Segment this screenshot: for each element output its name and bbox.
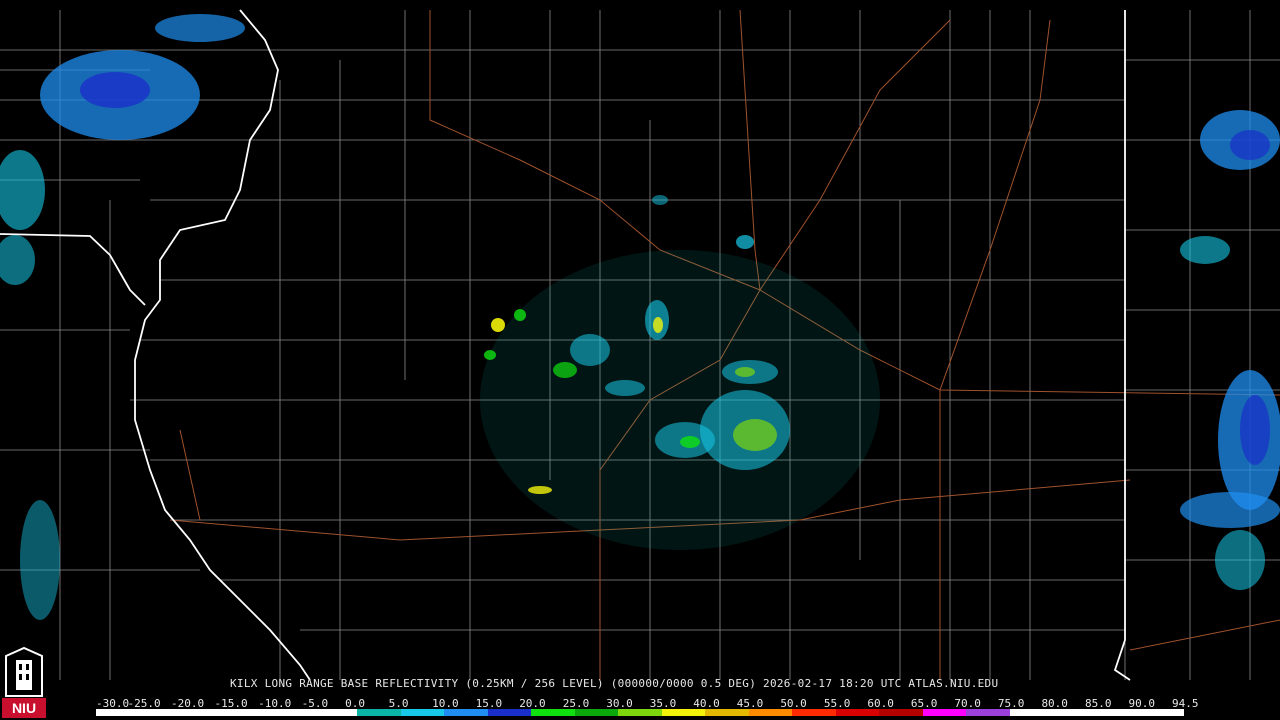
radar-echoes	[0, 14, 1280, 620]
color-scale-segment	[661, 709, 706, 716]
color-scale-segment	[183, 709, 227, 716]
color-scale-segment	[705, 709, 749, 716]
color-scale-segment	[226, 709, 271, 716]
color-scale-segment	[966, 709, 1010, 716]
color-scale-segment	[313, 709, 358, 716]
color-scale-segment	[1096, 709, 1141, 716]
color-scale-segment	[922, 709, 967, 716]
color-scale-segment	[574, 709, 619, 716]
color-scale-segment	[792, 709, 836, 716]
color-scale-segment	[357, 709, 401, 716]
color-scale-segment	[748, 709, 793, 716]
color-scale-segment	[270, 709, 314, 716]
color-scale-segment	[96, 709, 140, 716]
color-scale-segment	[487, 709, 532, 716]
color-scale-segment	[835, 709, 880, 716]
color-scale-segment	[879, 709, 923, 716]
legend-labels: -30.0 -25.0 -20.0 -15.0 -10.0 -5.0 0.0 5…	[96, 697, 1199, 710]
radar-map	[0, 9, 1280, 681]
color-scale-segment	[618, 709, 662, 716]
niu-logo: NIU	[2, 646, 46, 718]
logo-text: NIU	[12, 700, 36, 716]
color-scale-segment	[139, 709, 184, 716]
color-scale-bar	[96, 709, 1184, 716]
color-scale-segment	[1053, 709, 1097, 716]
product-title: KILX LONG RANGE BASE REFLECTIVITY (0.25K…	[230, 677, 999, 690]
color-scale-segment	[1009, 709, 1054, 716]
color-scale-segment	[400, 709, 445, 716]
color-scale-segment	[531, 709, 575, 716]
color-scale-segment	[444, 709, 488, 716]
color-scale-segment	[1140, 709, 1184, 716]
